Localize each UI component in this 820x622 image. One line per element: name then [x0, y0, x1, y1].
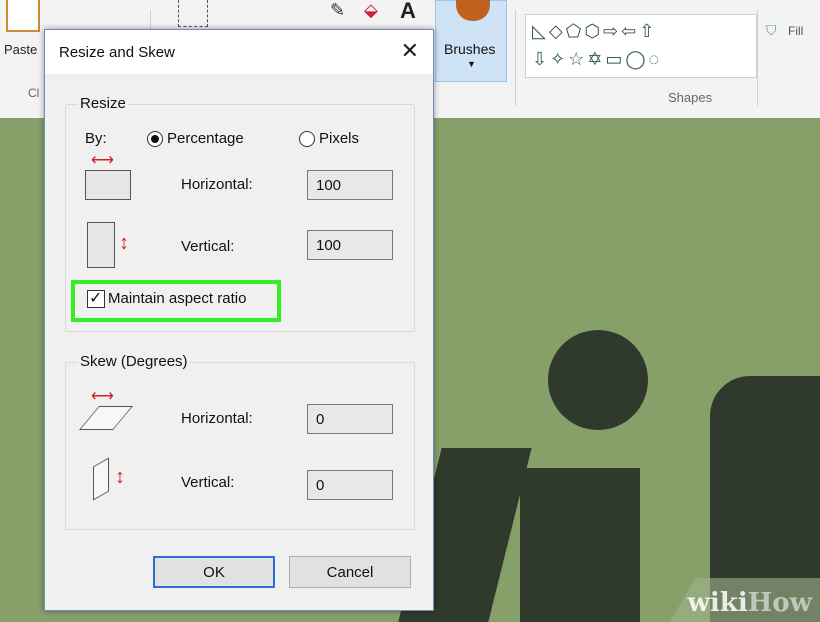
close-icon[interactable]: ✕: [401, 38, 419, 64]
brush-icon: [456, 0, 490, 21]
logo-letter: [520, 468, 640, 622]
horizontal-arrow-icon: ⟷: [91, 388, 114, 405]
fill-label[interactable]: Fill: [788, 24, 803, 38]
text-tool-icon[interactable]: A: [400, 0, 416, 24]
percentage-label[interactable]: Percentage: [167, 130, 244, 147]
pencil-icon[interactable]: ✎: [330, 0, 345, 21]
paste-icon[interactable]: [6, 0, 40, 32]
skew-vertical-input[interactable]: 0: [307, 470, 393, 500]
skew-horizontal-input[interactable]: 0: [307, 404, 393, 434]
pixels-radio[interactable]: [299, 131, 315, 147]
clipboard-group-label: Cl: [28, 86, 40, 100]
paste-button-label[interactable]: Paste: [4, 42, 37, 57]
maintain-aspect-label[interactable]: Maintain aspect ratio: [108, 290, 246, 307]
logo-dot: [548, 330, 648, 430]
resize-skew-dialog: Resize and Skew ✕ Resize By: Percentage …: [44, 29, 434, 611]
brushes-label: Brushes: [444, 41, 496, 57]
chevron-down-icon: ▼: [467, 59, 476, 69]
ribbon-separator: [757, 10, 758, 106]
resize-horizontal-input[interactable]: 100: [307, 170, 393, 200]
watermark-wiki: wiki: [687, 588, 748, 618]
fill-bucket-icon[interactable]: ⬙: [364, 0, 378, 21]
ok-button[interactable]: OK: [153, 556, 275, 588]
vertical-arrow-icon: ↕: [119, 232, 129, 254]
by-label: By:: [85, 130, 107, 147]
maintain-aspect-checkbox[interactable]: [87, 288, 105, 308]
skew-group: Skew (Degrees): [65, 353, 415, 530]
wikihow-watermark: wikiHow: [688, 588, 812, 618]
resize-vertical-input[interactable]: 100: [307, 230, 393, 260]
shapes-row[interactable]: ⇩✧☆✡▭◯◌: [532, 49, 662, 70]
dialog-title: Resize and Skew: [59, 44, 175, 61]
watermark-how: How: [747, 588, 812, 618]
resize-group-label: Resize: [78, 95, 128, 112]
pixels-label[interactable]: Pixels: [319, 130, 359, 147]
horizontal-arrow-icon: ⟷: [91, 152, 114, 169]
resize-vertical-label: Vertical:: [181, 238, 235, 255]
skew-vertical-label: Vertical:: [181, 474, 235, 491]
fill-icon[interactable]: ⛉: [766, 22, 777, 39]
vertical-arrow-icon: ↕: [115, 466, 125, 488]
shapes-gallery[interactable]: ◺◇⬠⬡⇨⇦⇧ ⇩✧☆✡▭◯◌: [525, 14, 757, 78]
vertical-resize-icon: [87, 222, 115, 268]
percentage-radio[interactable]: [147, 131, 163, 147]
skew-horizontal-label: Horizontal:: [181, 410, 253, 427]
resize-horizontal-label: Horizontal:: [181, 176, 253, 193]
shapes-group-label: Shapes: [668, 90, 713, 105]
skew-group-label: Skew (Degrees): [78, 353, 190, 370]
brushes-button[interactable]: Brushes ▼: [435, 0, 507, 82]
horizontal-resize-icon: [85, 170, 131, 200]
select-icon[interactable]: [178, 0, 208, 27]
ribbon-separator: [515, 10, 516, 106]
shapes-row[interactable]: ◺◇⬠⬡⇨⇦⇧: [532, 21, 657, 42]
cancel-button[interactable]: Cancel: [289, 556, 411, 588]
dialog-titlebar[interactable]: Resize and Skew ✕: [45, 30, 433, 74]
